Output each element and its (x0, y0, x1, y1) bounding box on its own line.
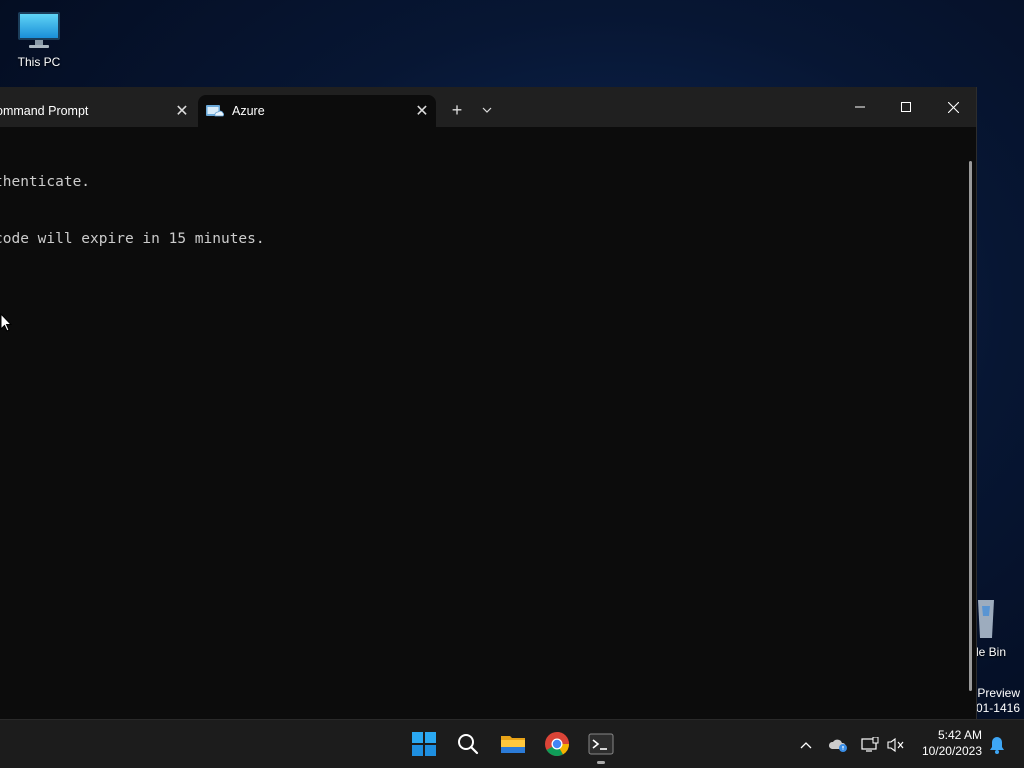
close-icon[interactable]: ✕ (408, 97, 436, 125)
recycle-bin-icon (978, 600, 994, 638)
tab-dropdown-button[interactable] (473, 97, 501, 123)
taskbar: 5:42 AM 10/20/2023 (0, 719, 1024, 768)
taskbar-clock[interactable]: 5:42 AM 10/20/2023 (910, 727, 982, 759)
tab-label: ommand Prompt (0, 104, 89, 118)
network-tray-button[interactable] (859, 734, 881, 756)
watermark-line: 01-1416 (975, 701, 1020, 715)
terminal-window: ommand Prompt ✕ Azure ✕ + thenticate. co… (0, 87, 977, 720)
bell-icon (990, 737, 1004, 754)
terminal-console[interactable]: thenticate. code will expire in 15 minut… (0, 135, 968, 719)
maximize-icon (901, 102, 911, 112)
plus-icon: + (451, 99, 463, 120)
title-bar[interactable]: ommand Prompt ✕ Azure ✕ + (0, 87, 976, 127)
scrollbar[interactable] (969, 161, 972, 691)
chrome-button[interactable] (541, 728, 573, 760)
onedrive-tray-button[interactable] (827, 734, 849, 756)
azure-cloud-shell-icon (206, 105, 224, 117)
close-icon[interactable]: ✕ (168, 97, 196, 125)
minimize-icon (855, 106, 865, 108)
search-icon (458, 734, 479, 755)
chevron-down-icon (482, 107, 492, 113)
desktop-icon-this-pc[interactable]: This PC (8, 10, 70, 69)
volume-tray-button[interactable] (885, 734, 907, 756)
clock-date: 10/20/2023 (921, 744, 982, 758)
clock-time: 5:42 AM (937, 728, 982, 742)
tab-command-prompt[interactable]: ommand Prompt ✕ (0, 95, 196, 127)
folder-icon (501, 736, 525, 753)
desktop-icon-label: This PC (17, 55, 61, 69)
maximize-button[interactable] (883, 87, 929, 127)
monitor-icon (18, 12, 60, 48)
search-button[interactable] (452, 728, 484, 760)
close-icon (947, 101, 959, 113)
tab-azure[interactable]: Azure ✕ (198, 95, 436, 127)
tab-label: Azure (232, 104, 265, 118)
minimize-button[interactable] (837, 87, 883, 127)
show-hidden-icons-button[interactable] (795, 734, 817, 756)
windows-logo-icon (412, 732, 436, 756)
chevron-up-icon (800, 742, 812, 749)
notifications-button[interactable] (986, 734, 1008, 756)
terminal-button[interactable] (585, 728, 617, 764)
close-window-button[interactable] (930, 87, 976, 127)
network-icon (861, 737, 879, 752)
console-line: code will expire in 15 minutes. (0, 231, 265, 247)
file-explorer-button[interactable] (497, 728, 529, 760)
desktop-icon-label: le Bin (976, 645, 1007, 659)
watermark-line: Preview (977, 686, 1020, 700)
desktop-icon-recycle-bin[interactable]: le Bin (972, 596, 1024, 659)
mouse-cursor-icon (0, 313, 12, 332)
new-tab-button[interactable]: + (443, 97, 471, 123)
start-button[interactable] (408, 728, 440, 760)
console-line: thenticate. (0, 174, 91, 190)
chrome-icon (545, 732, 569, 757)
speaker-muted-icon (887, 737, 904, 753)
cloud-icon (828, 739, 847, 752)
terminal-icon (588, 733, 614, 755)
